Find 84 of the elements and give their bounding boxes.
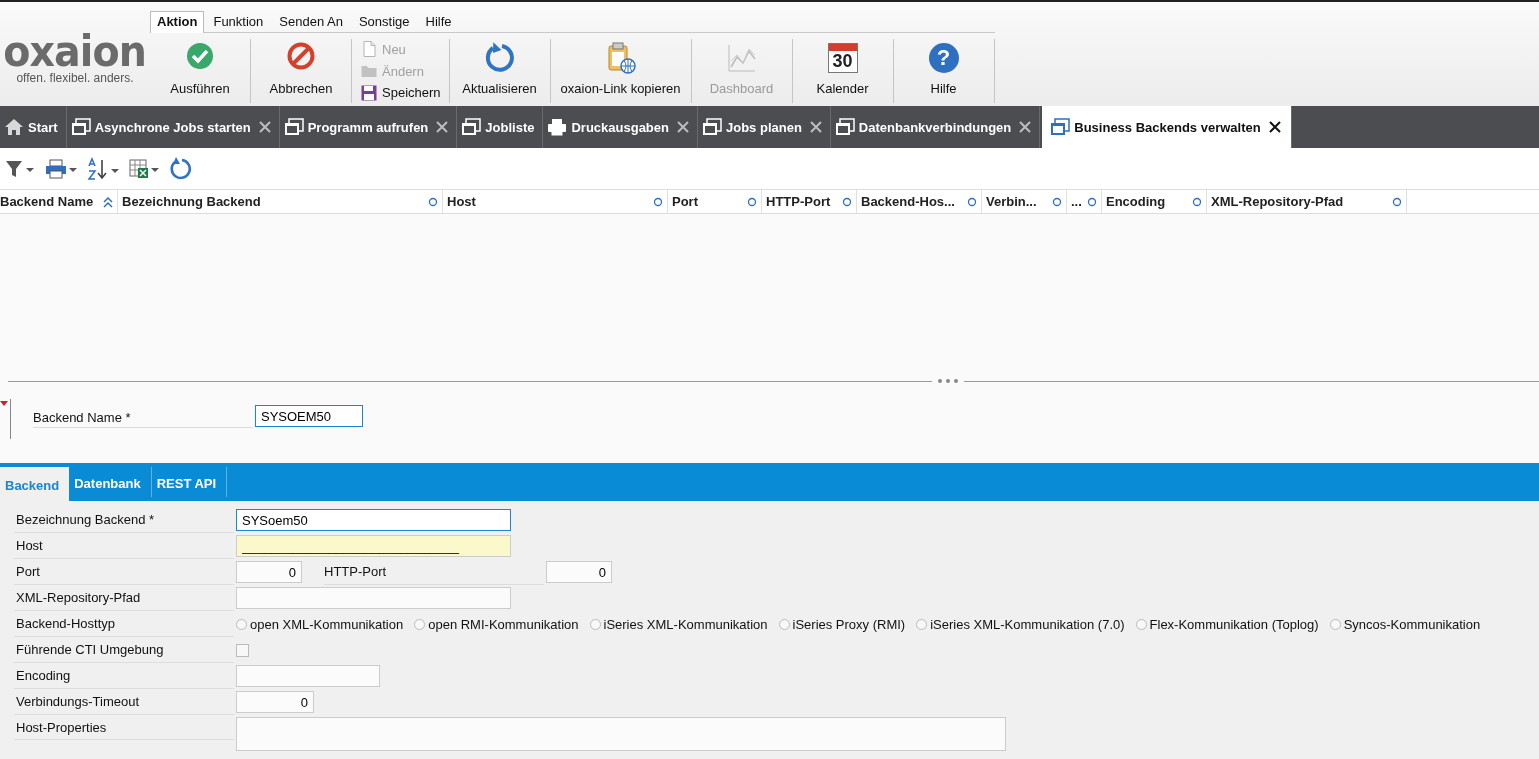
form-tab[interactable]: REST API [151,467,228,497]
input-field[interactable]: 0 [236,561,302,583]
column-header[interactable]: Port [668,190,762,213]
collapse-marker-icon [0,401,8,407]
field-label: Verbindungs-Timeout [14,689,234,715]
form-tab[interactable]: Datenbank [69,467,152,497]
circle-icon [1192,196,1202,207]
toolbar-button[interactable]: ? Hilfe [895,39,992,103]
sort-ascending-icon [103,195,113,208]
menu-tab[interactable]: Aktion [150,11,205,33]
circle-icon [653,196,663,207]
input-field[interactable]: 0 [236,691,314,713]
field-label: Backend Name * [33,404,253,428]
document-icon [360,40,378,59]
close-icon[interactable] [1268,121,1281,133]
window-icon [461,118,482,136]
column-header[interactable]: Backend-Hos... [857,190,982,213]
input-field[interactable] [236,587,511,609]
menu-tab[interactable]: Funktion [206,11,271,32]
column-header[interactable]: XML-Repository-Pfad [1207,190,1407,213]
field-label: XML-Repository-Pfad [14,585,234,611]
circle-icon [747,196,757,207]
radio-option[interactable]: iSeries Proxy (RMI) [778,616,906,632]
input-field[interactable]: SYSOEM50 [255,405,363,427]
toolbar-button[interactable]: Abbrechen [253,39,349,103]
sort-icon[interactable] [86,156,120,181]
menu-tab[interactable]: Senden An [272,11,350,32]
circle-icon [1087,196,1097,207]
column-header[interactable]: Backend Name [0,190,118,213]
refresh-icon[interactable] [168,156,192,181]
radio-option[interactable]: iSeries XML-Kommunikation (7.0) [916,616,1125,632]
radio-option[interactable]: open XML-Kommunikation [236,616,404,632]
field-label: Führende CTI Umgebung [14,637,234,663]
radio-option[interactable]: iSeries XML-Kommunikation [589,616,768,632]
checkbox[interactable] [236,643,249,657]
printer-icon [547,118,568,136]
column-header[interactable]: ... [1067,190,1102,213]
input-field[interactable]: ______________________________ [236,535,511,557]
field-label: Host [14,533,234,559]
input-field[interactable] [236,665,380,687]
circle-icon [1052,196,1062,207]
column-header[interactable]: Host [443,190,668,213]
calendar-icon: 30 [827,43,858,73]
circle-icon [967,196,977,207]
circle-icon [428,196,438,207]
field-label: Encoding [14,663,234,689]
cancel-icon [286,41,316,71]
logo-tagline: offen. flexibel. anders. [16,71,134,85]
radio-option[interactable]: Flex-Kommunikation (Toplog) [1135,616,1319,632]
column-header[interactable]: Verbin... [982,190,1067,213]
splitter-handle[interactable] [938,379,958,383]
radio-option[interactable]: Syncos-Kommunikation [1329,616,1481,632]
logo-wordmark: oxaion [3,32,147,70]
circle-icon [842,196,852,207]
input-field[interactable]: 0 [546,561,612,583]
radio-option[interactable]: open RMI-Kommunikation [414,616,579,632]
column-header[interactable]: Encoding [1102,190,1207,213]
field-label: HTTP-Port [324,559,544,585]
toolbar-button[interactable]: oxaion-Link kopieren [552,39,689,103]
home-icon [4,118,24,136]
field-label: Host-Properties [14,715,234,740]
window-icon [283,118,304,136]
toolbar-button[interactable]: Aktualisieren [451,39,548,103]
toolbar-button[interactable]: Speichern [358,82,443,103]
input-field[interactable]: SYSoem50 [236,509,511,531]
circle-icon [1392,196,1402,207]
field-label: Port [14,559,234,585]
field-label: Bezeichnung Backend * [14,507,234,533]
column-header[interactable]: HTTP-Port [762,190,857,213]
menu-tab[interactable]: Hilfe [418,11,459,32]
document-tab[interactable]: Business Backends verwalten [1042,106,1292,148]
toolbar-button[interactable]: Ausführen [152,39,248,103]
spreadsheet-export-icon[interactable] [128,157,160,180]
field-label: Backend-Hosttyp [14,611,234,637]
toolbar-button[interactable]: 30 Kalender [794,39,891,103]
help-icon: ? [928,43,959,73]
window-icon [834,118,855,136]
column-header[interactable]: Bezeichnung Backend [118,190,443,213]
window-icon [1050,118,1071,136]
check-icon [185,41,215,71]
window-icon [70,118,91,136]
menu-tab[interactable]: Sonstige [351,11,417,32]
print-icon[interactable] [44,157,78,180]
window-icon [702,118,722,136]
